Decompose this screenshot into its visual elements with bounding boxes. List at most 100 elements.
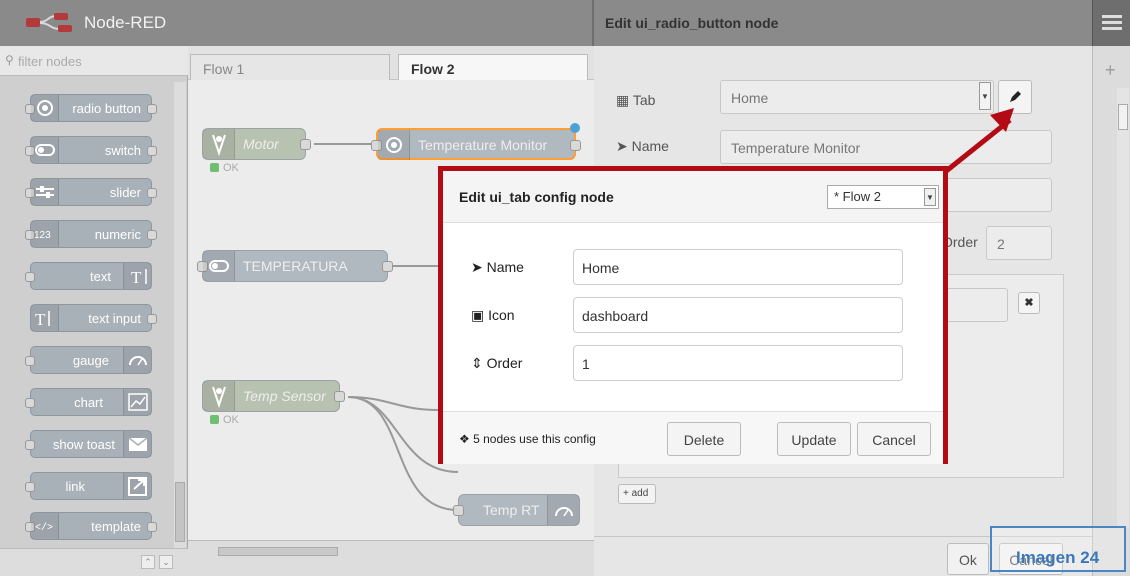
name-input[interactable]: Temperature Monitor (720, 130, 1052, 164)
flow-node-temperatura[interactable]: TEMPERATURA (197, 250, 393, 282)
palette-node-template[interactable]: </> template (25, 512, 157, 540)
dialog-icon-value: dashboard (582, 308, 649, 324)
update-button[interactable]: Update (777, 422, 851, 456)
scope-select[interactable]: * Flow 2 ▼ (827, 185, 939, 209)
numeric-icon: 123 (31, 221, 59, 247)
node-output-port (147, 230, 157, 240)
node-input-port (25, 440, 35, 450)
config-usage-text: 5 nodes use this config (473, 432, 596, 446)
add-flow-plus-icon[interactable]: + (1105, 60, 1116, 81)
flow-node-label: Temperature Monitor (418, 137, 548, 153)
tag-icon: ➤ (616, 138, 628, 154)
palette-node-numeric[interactable]: 123 numeric (25, 220, 157, 248)
app-title: Node-RED (84, 13, 167, 32)
dialog-icon-input[interactable]: dashboard (573, 297, 903, 333)
name-field-label: ➤ Name (616, 138, 669, 155)
menu-button[interactable] (1092, 0, 1130, 46)
image-icon: ▣ (471, 307, 485, 323)
status-indicator: OK (210, 162, 239, 174)
svg-text:T: T (35, 310, 46, 329)
flow-node-temperature-monitor[interactable]: Temperature Monitor (371, 123, 581, 160)
header-divider (592, 0, 594, 46)
palette-node-link[interactable]: link (25, 472, 152, 500)
node-output-port (147, 146, 157, 156)
node-output-port (147, 104, 157, 114)
scrollbar-thumb[interactable] (175, 482, 185, 542)
delete-button[interactable]: Delete (667, 422, 741, 456)
text-input-icon: T (31, 305, 59, 331)
tab-select[interactable]: Home (720, 80, 994, 114)
dialog-name-input[interactable]: Home (573, 249, 903, 285)
gauge-icon (123, 347, 151, 373)
node-output-port (147, 314, 157, 324)
svg-text:</>: </> (35, 522, 53, 534)
app-header: Node-RED Edit ui_radio_button node (0, 0, 1130, 46)
node-input-port (25, 482, 35, 492)
tab-flow-1[interactable]: Flow 1 (190, 54, 390, 81)
palette-node-label: show toast (52, 437, 115, 452)
dialog-order-label: ⇕ Order (471, 355, 522, 372)
scrollbar-thumb[interactable] (218, 547, 338, 556)
palette-node-text[interactable]: text T (25, 262, 152, 290)
plus-icon: + (623, 488, 629, 499)
changed-indicator-icon (570, 123, 580, 133)
node-input-port (453, 505, 464, 516)
flow-node-temp-rt[interactable]: Temp RT (453, 494, 580, 526)
node-input-port (25, 272, 35, 282)
screenshot: Node-RED Edit ui_radio_button node ⚲ fil… (0, 0, 1130, 576)
palette-node-show-toast[interactable]: show toast (25, 430, 152, 458)
edit-panel-title: Edit ui_radio_button node (605, 15, 779, 31)
table-icon: ▦ (616, 92, 630, 108)
add-option-button[interactable]: + add (618, 484, 656, 504)
figure-caption: Imagen 24 (990, 526, 1126, 572)
palette-scrollbar[interactable] (174, 82, 186, 550)
config-usage-info: ❖ 5 nodes use this config (459, 432, 596, 446)
node-output-port (147, 522, 157, 532)
ok-button[interactable]: Ok (947, 543, 989, 575)
palette-node-text-input[interactable]: T text input (30, 304, 157, 332)
palette-node-label: slider (109, 185, 141, 200)
dialog-order-input[interactable]: 1 (573, 345, 903, 381)
order-input[interactable]: 2 (986, 226, 1052, 260)
node-output-port (300, 139, 311, 150)
flow-node-motor[interactable]: Motor (202, 128, 311, 160)
palette-node-label: switch (104, 143, 141, 158)
palette-node-gauge[interactable]: gauge (25, 346, 152, 374)
workspace-scrollbar[interactable] (188, 540, 594, 576)
flow-node-temp-sensor[interactable]: Temp Sensor (202, 380, 345, 412)
palette-node-slider[interactable]: slider (25, 178, 157, 206)
add-label: add (631, 488, 649, 499)
switch-icon (31, 137, 59, 163)
palette-footer: ⌃ ⌄ (0, 548, 188, 576)
tab-field-label: ▦ Tab (616, 92, 655, 109)
tab-label-text: Tab (632, 92, 656, 108)
search-icon: ⚲ (5, 53, 14, 67)
edit-tab-button[interactable] (998, 80, 1032, 114)
template-icon: </> (31, 513, 59, 539)
dialog-title: Edit ui_tab config node (459, 189, 614, 205)
dialog-order-label-text: Order (486, 355, 523, 371)
remove-option-close-icon[interactable]: ✖ (1018, 292, 1040, 314)
status-indicator: OK (210, 414, 239, 426)
tab-flow-2[interactable]: Flow 2 (398, 54, 588, 82)
edit-panel-scrollbar[interactable] (1117, 88, 1129, 528)
palette-node-radio-button[interactable]: radio button (25, 94, 157, 122)
hamburger-icon-bar (1102, 21, 1122, 24)
chevron-down-icon: ▼ (924, 188, 936, 206)
svg-text:123: 123 (34, 230, 51, 241)
palette-node-chart[interactable]: chart (25, 388, 152, 416)
dialog-icon-label-text: Icon (488, 307, 515, 323)
flow-node-label: TEMPERATURA (243, 258, 348, 274)
collapse-all-icon[interactable]: ⌃ (141, 555, 155, 569)
dialog-icon-label: ▣ Icon (471, 307, 515, 324)
tag-icon: ➤ (471, 259, 483, 275)
filter-nodes-input[interactable]: ⚲ filter nodes (0, 46, 188, 76)
chevron-down-icon[interactable]: ▼ (979, 82, 991, 110)
cancel-button[interactable]: Cancel (857, 422, 931, 456)
expand-all-icon[interactable]: ⌄ (159, 555, 173, 569)
palette-node-switch[interactable]: switch (25, 136, 157, 164)
scrollbar-thumb[interactable] (1118, 104, 1128, 130)
node-output-port (382, 261, 393, 272)
node-output-port (334, 391, 345, 402)
status-ok-icon (210, 415, 219, 424)
